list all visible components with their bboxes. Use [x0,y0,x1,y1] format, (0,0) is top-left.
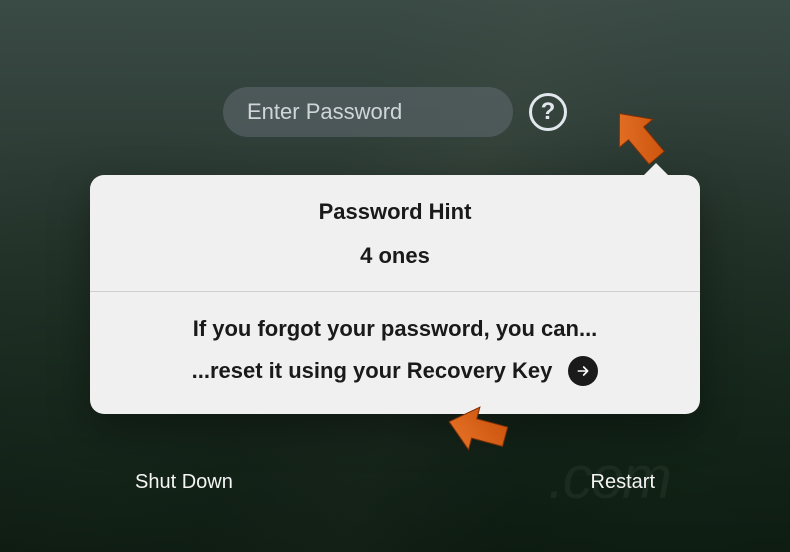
reset-recovery-row[interactable]: ...reset it using your Recovery Key [120,356,670,386]
hint-value: 4 ones [120,243,670,269]
divider [90,291,700,292]
reset-arrow-button[interactable] [568,356,598,386]
restart-label: Restart [591,471,655,494]
power-options-row: Shut Down Restart [135,471,655,494]
shutdown-label: Shut Down [135,471,233,494]
reset-recovery-label: ...reset it using your Recovery Key [192,358,553,384]
password-hint-popover: Password Hint 4 ones If you forgot your … [90,175,700,414]
shutdown-button[interactable]: Shut Down [135,471,233,494]
password-row: ? [223,87,567,137]
restart-button[interactable]: Restart [591,471,655,494]
forgot-password-text: If you forgot your password, you can... [120,316,670,342]
hint-title: Password Hint [120,199,670,225]
question-mark-icon: ? [541,98,556,126]
password-hint-button[interactable]: ? [529,93,567,131]
password-input[interactable] [223,87,513,137]
arrow-right-icon [575,363,591,379]
